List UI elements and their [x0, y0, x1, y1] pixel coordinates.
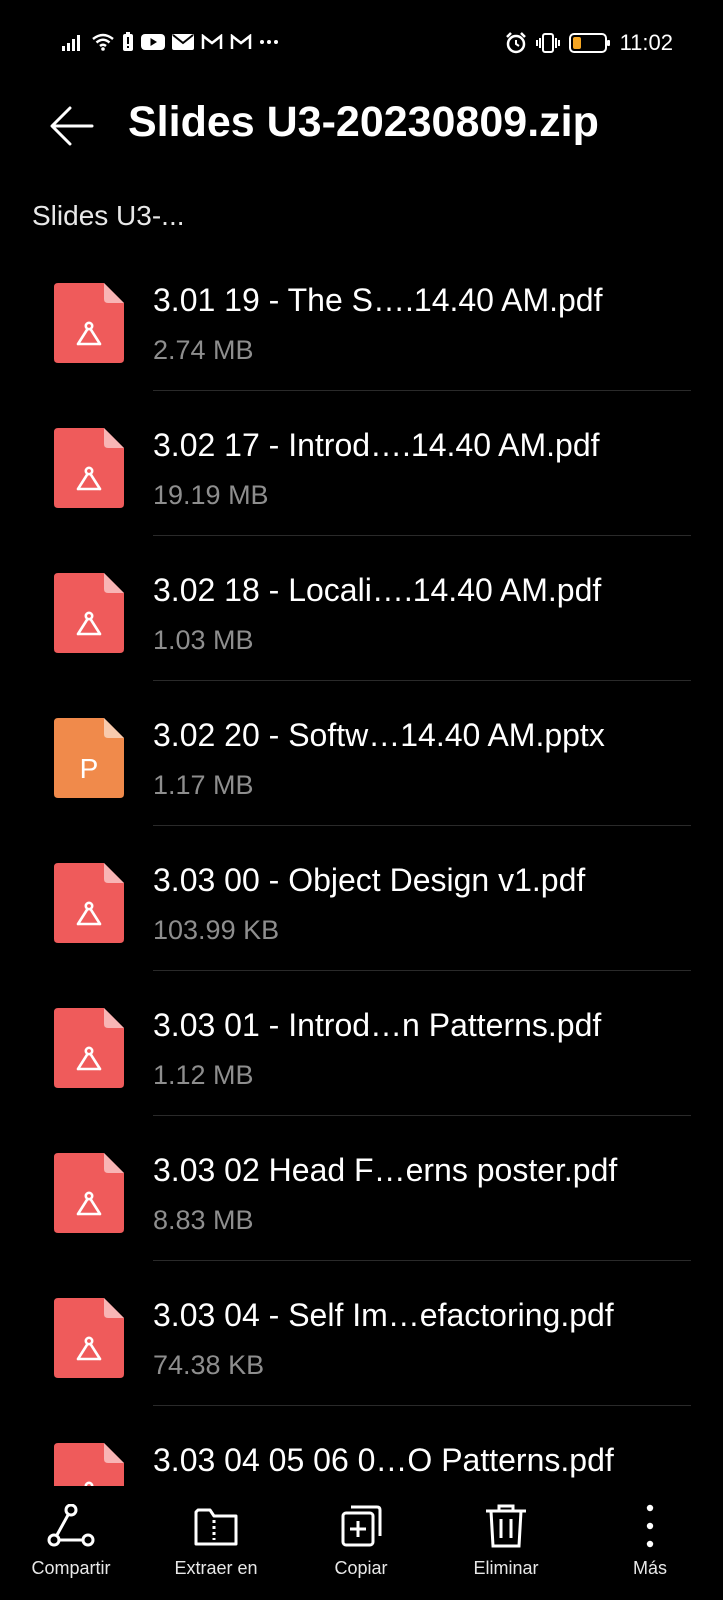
pdf-file-icon: [54, 573, 124, 653]
app-header: Slides U3-20230809.zip: [0, 88, 723, 198]
more-button[interactable]: Más: [585, 1504, 715, 1579]
file-row[interactable]: P 3.02 20 - Softw…14.40 AM.pptx 1.17 MB: [0, 681, 723, 826]
bottom-toolbar: Compartir Extraer en Copiar Eliminar Más: [0, 1486, 723, 1600]
file-size: 1.17 MB: [153, 770, 254, 800]
share-label: Compartir: [31, 1558, 111, 1578]
status-bar-left: [62, 32, 279, 52]
file-name: 3.03 02 Head F…erns poster.pdf: [153, 1152, 618, 1188]
vibrate-icon: [535, 33, 560, 53]
pdf-file-icon: [54, 283, 124, 363]
file-size: 74.38 KB: [153, 1350, 265, 1380]
file-size: 1.03 MB: [153, 625, 254, 655]
file-name: 3.03 00 - Object Design v1.pdf: [153, 862, 586, 898]
more-dots-icon: [260, 40, 278, 44]
file-list[interactable]: 3.01 19 - The S….14.40 AM.pdf 2.74 MB 3.02…: [0, 246, 723, 1486]
copy-button[interactable]: Copiar: [296, 1504, 426, 1579]
copy-icon: [341, 1505, 382, 1547]
back-button[interactable]: [48, 102, 96, 150]
delete-button[interactable]: Eliminar: [441, 1504, 571, 1579]
file-row[interactable]: 3.03 04 - Self Im…efactoring.pdf 74.38 KB: [0, 1261, 723, 1406]
mail-icon: [172, 34, 194, 50]
file-name: 3.01 19 - The S….14.40 AM.pdf: [153, 282, 603, 318]
signal-icon: [62, 35, 80, 51]
gmail-icon: [230, 34, 252, 49]
trash-icon: [486, 1504, 526, 1548]
battery-alert-icon: [123, 32, 133, 51]
file-name: 3.02 17 - Introd….14.40 AM.pdf: [153, 427, 600, 463]
file-row[interactable]: 3.02 17 - Introd….14.40 AM.pdf 19.19 MB: [0, 391, 723, 536]
file-row[interactable]: 3.03 02 Head F…erns poster.pdf 8.83 MB: [0, 1116, 723, 1261]
pdf-file-icon: [54, 1153, 124, 1233]
file-name: 3.02 20 - Softw…14.40 AM.pptx: [153, 717, 605, 753]
status-bar-right: 11:02: [505, 30, 673, 56]
share-button[interactable]: Compartir: [6, 1504, 136, 1579]
copy-label: Copiar: [334, 1558, 388, 1578]
battery-icon: [568, 33, 610, 53]
file-size: 19.19 MB: [153, 480, 269, 510]
more-label: Más: [632, 1558, 667, 1578]
delete-label: Eliminar: [473, 1558, 539, 1578]
file-row[interactable]: 3.01 19 - The S….14.40 AM.pdf 2.74 MB: [0, 246, 723, 391]
file-row[interactable]: 3.02 18 - Locali….14.40 AM.pdf 1.03 MB: [0, 536, 723, 681]
file-name: 3.03 04 05 06 0…O Patterns.pdf: [153, 1442, 614, 1478]
breadcrumb[interactable]: Slides U3-...: [32, 200, 185, 232]
arrow-left-icon: [50, 106, 94, 146]
share-icon: [47, 1504, 95, 1547]
file-size: 103.99 KB: [153, 915, 280, 945]
pdf-file-icon: [54, 1298, 124, 1378]
alarm-icon: [505, 32, 526, 54]
gmail-icon: [201, 34, 223, 49]
file-row[interactable]: 3.03 04 05 06 0…O Patterns.pdf: [0, 1406, 723, 1486]
pdf-file-icon: [54, 1008, 124, 1088]
pdf-file-icon: [54, 428, 124, 508]
svg-text:P: P: [80, 753, 99, 784]
wifi-icon: [92, 33, 114, 51]
file-row[interactable]: 3.03 01 - Introd…n Patterns.pdf 1.12 MB: [0, 971, 723, 1116]
file-name: 3.03 01 - Introd…n Patterns.pdf: [153, 1007, 602, 1043]
page-title: Slides U3-20230809.zip: [128, 98, 599, 146]
more-vert-icon: [646, 1504, 654, 1548]
file-size: 1.12 MB: [153, 1060, 254, 1090]
status-bar: 11:02: [0, 0, 723, 88]
youtube-icon: [141, 34, 165, 50]
file-size: 8.83 MB: [153, 1205, 254, 1235]
extract-label: Extraer en: [174, 1558, 258, 1578]
file-name: 3.02 18 - Locali….14.40 AM.pdf: [153, 572, 602, 608]
file-name: 3.03 04 - Self Im…efactoring.pdf: [153, 1297, 614, 1333]
extract-button[interactable]: Extraer en: [151, 1504, 281, 1579]
file-size: 2.74 MB: [153, 335, 254, 365]
status-time: 11:02: [619, 30, 673, 55]
pdf-file-icon: [54, 1443, 124, 1486]
pptx-file-icon: P: [54, 718, 124, 798]
file-row[interactable]: 3.03 00 - Object Design v1.pdf 103.99 KB: [0, 826, 723, 971]
pdf-file-icon: [54, 863, 124, 943]
folder-zip-icon: [194, 1508, 238, 1546]
